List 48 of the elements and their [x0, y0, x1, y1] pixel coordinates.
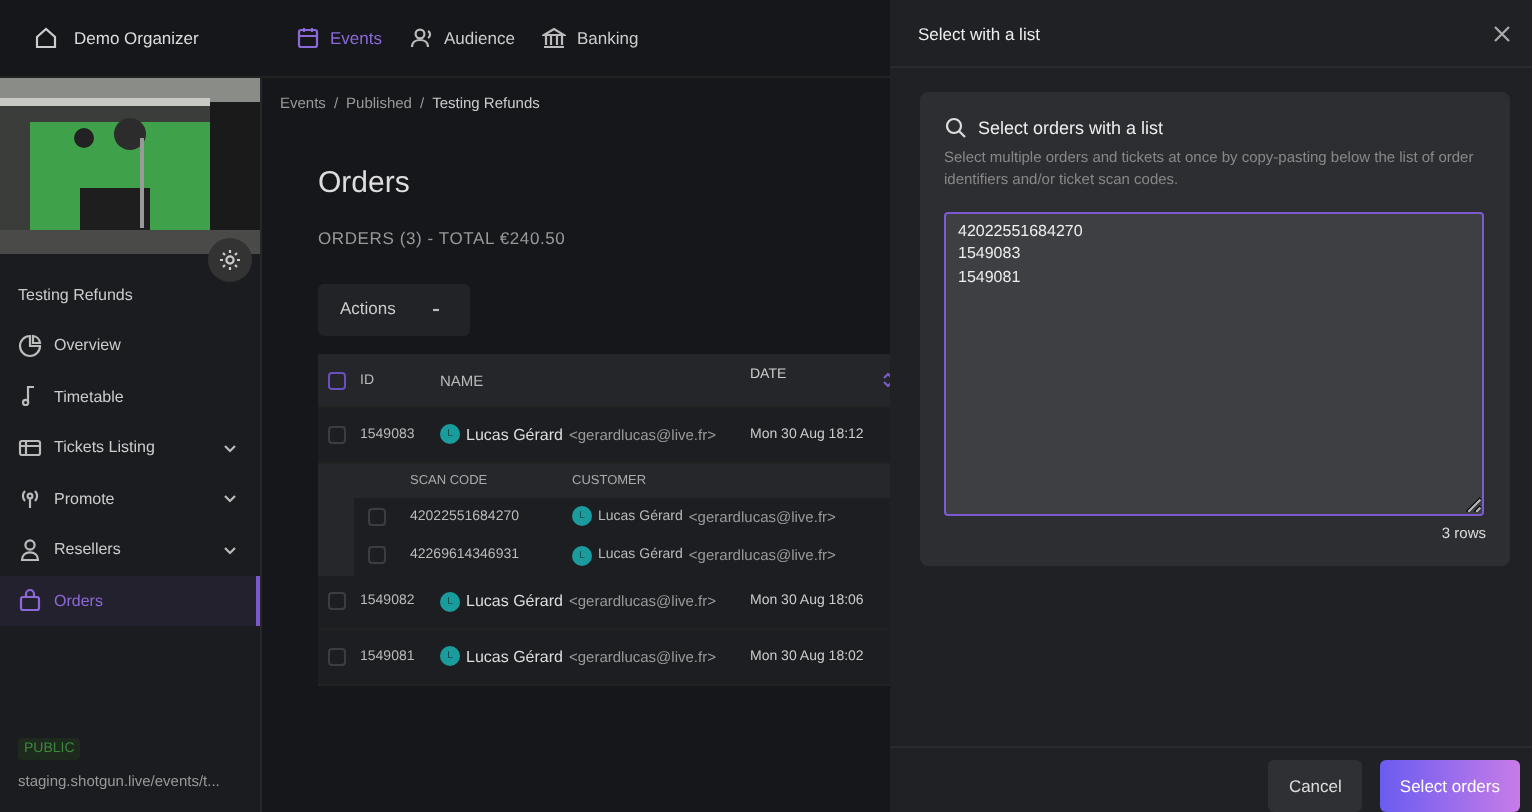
orders-summary: ORDERS (3) - TOTAL €240.50 — [318, 228, 568, 248]
sidebar-item-label: Timetable — [54, 387, 126, 406]
sidebar-item-label: Overview — [54, 336, 123, 355]
actions-button[interactable]: Actions — [318, 284, 470, 336]
cancel-button[interactable]: Cancel — [1268, 760, 1362, 812]
sidebar-item-label: Tickets Listing — [54, 438, 157, 457]
sidebar-item[interactable]: Overview — [0, 320, 260, 371]
broadcast-icon — [18, 486, 42, 511]
settings-icon — [218, 248, 242, 272]
sidebar-item[interactable]: Tickets Listing — [0, 422, 260, 473]
list-input-field[interactable]: 42022551684270 1549083 1549081 — [944, 211, 1484, 516]
checkbox[interactable] — [328, 425, 346, 444]
organizer-name: Demo Organizer — [74, 28, 199, 48]
drawer-title: Select with a list — [918, 23, 1040, 43]
sidebar-item-label: Promote — [54, 489, 117, 508]
customer-name: Lucas Gérard — [466, 592, 563, 611]
sidebar-item[interactable]: Timetable — [0, 371, 260, 422]
close-button[interactable] — [1490, 21, 1514, 45]
checkbox[interactable] — [368, 507, 386, 526]
sidebar-item-label: Orders — [54, 591, 105, 610]
search-icon — [944, 116, 968, 140]
nav-tab[interactable]: Audience — [410, 26, 515, 50]
page-title: Orders — [318, 166, 412, 200]
select-orders-button[interactable]: Select orders — [1379, 760, 1520, 812]
nav-tab[interactable]: Banking — [542, 26, 639, 50]
home-icon — [34, 26, 58, 50]
settings-button[interactable] — [208, 238, 252, 282]
checkbox[interactable] — [328, 647, 346, 666]
event-title: Testing Refunds — [18, 286, 135, 304]
checkbox[interactable] — [328, 371, 346, 389]
nav-tab[interactable]: Events — [296, 26, 382, 50]
person-icon — [18, 537, 42, 562]
pie-chart-icon — [18, 333, 42, 358]
checkbox[interactable] — [328, 592, 346, 611]
card-title: Select orders with a list — [978, 118, 1164, 138]
checkbox[interactable] — [368, 546, 386, 565]
customer-name: Lucas Gérard — [466, 425, 563, 444]
sidebar-item[interactable]: Promote — [0, 473, 260, 524]
calendar-icon — [296, 26, 320, 50]
bank-icon — [542, 26, 567, 50]
customer-name: Lucas Gérard — [466, 647, 563, 666]
sidebar-item[interactable]: Orders — [0, 575, 260, 626]
close-icon — [1490, 21, 1514, 45]
sidebar-item-label: Resellers — [54, 540, 123, 559]
people-icon — [410, 26, 434, 50]
bag-icon — [18, 588, 42, 613]
sidebar-item[interactable]: Resellers — [0, 524, 260, 575]
ticket-icon — [18, 435, 42, 460]
